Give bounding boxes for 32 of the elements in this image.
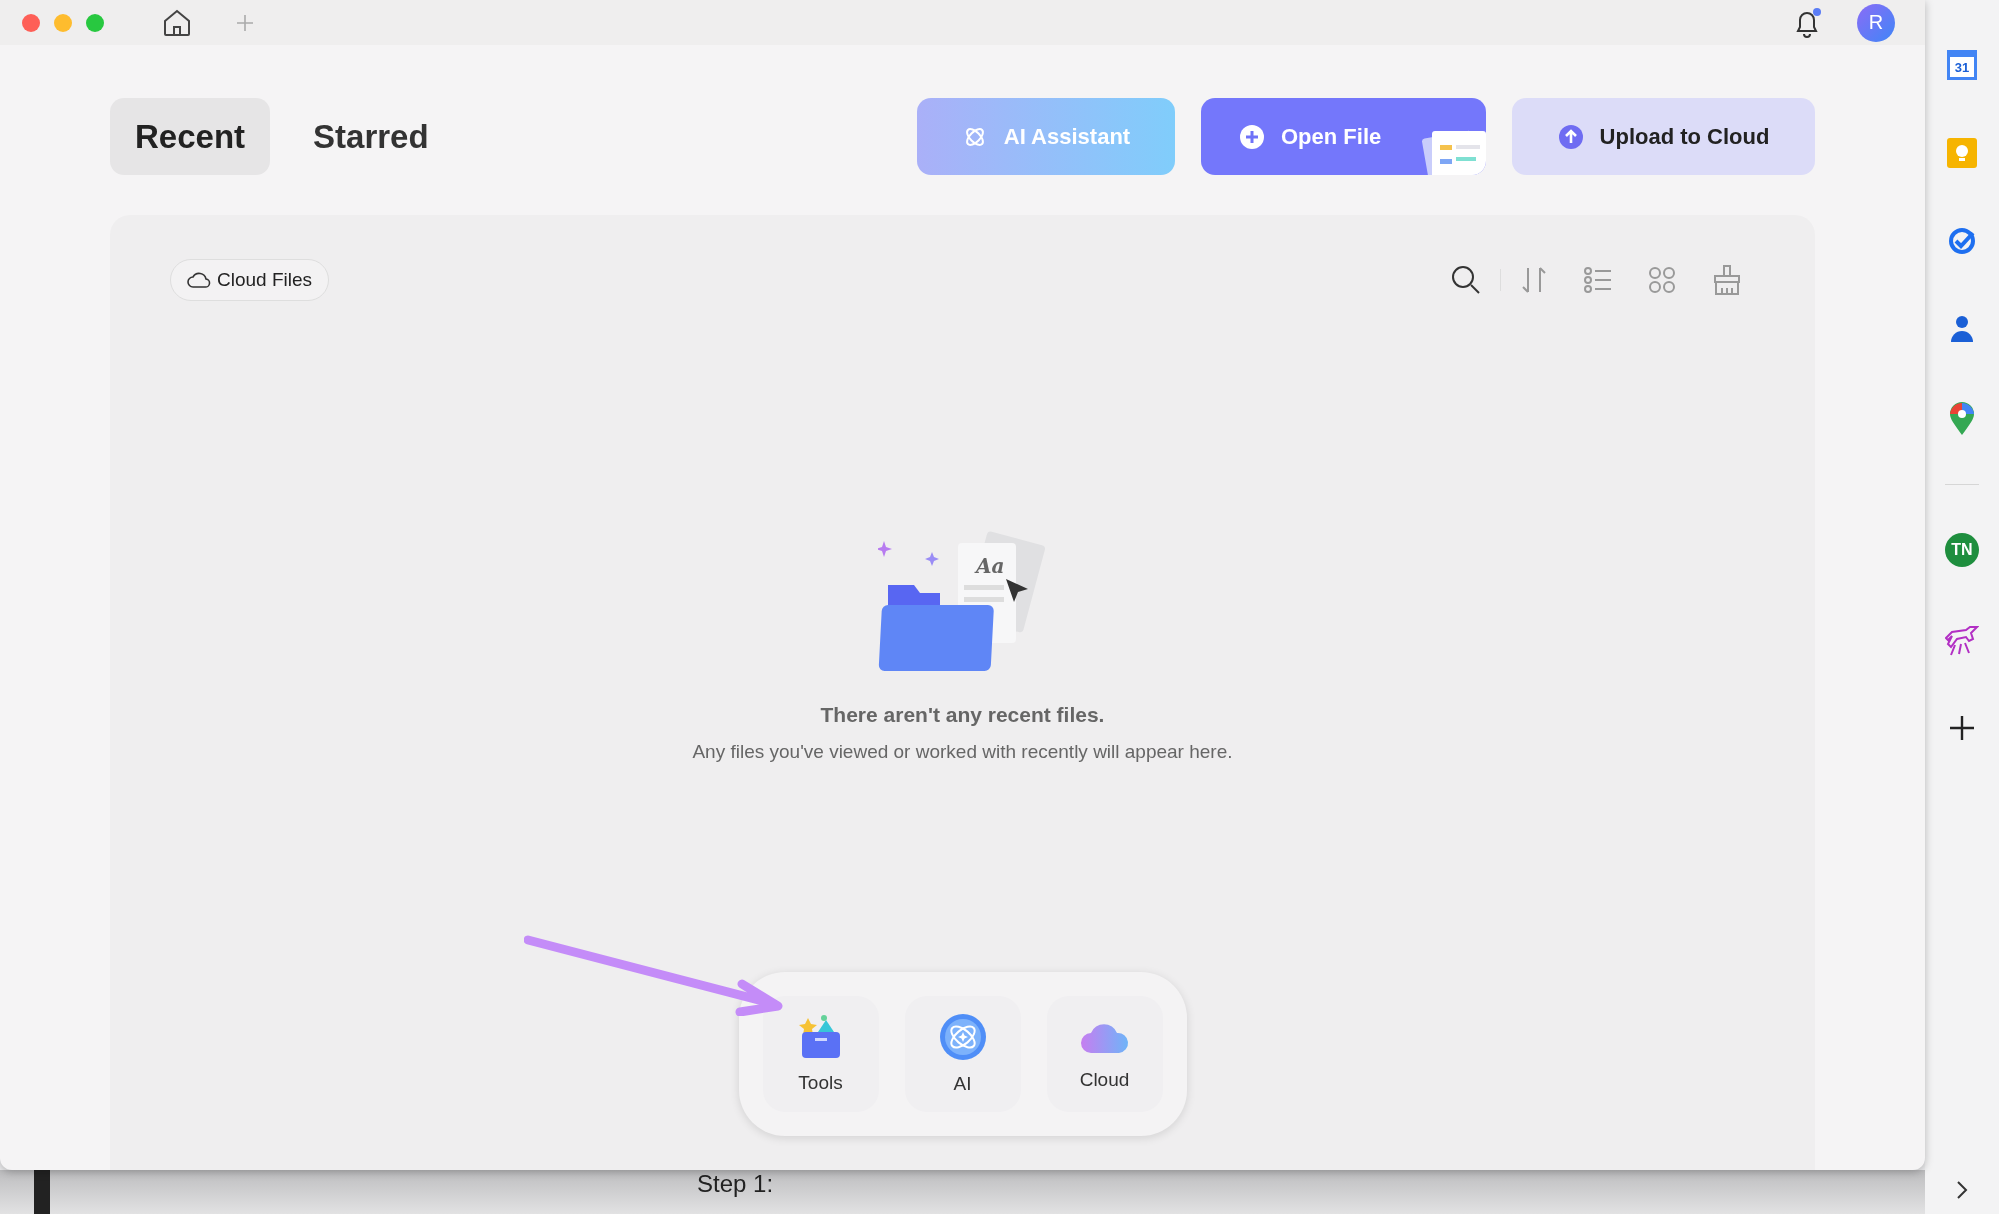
person-icon[interactable] [1949, 314, 1975, 344]
folder-illustration: Aa [877, 529, 1048, 679]
dock-item[interactable]: AI [904, 996, 1021, 1112]
dock-item[interactable]: Cloud [1046, 996, 1163, 1112]
user-avatar[interactable]: R [1857, 3, 1895, 42]
margin-bar [34, 1170, 50, 1214]
cloud-files-button[interactable]: Cloud Files [170, 259, 330, 301]
empty-state-title: There aren't any recent files. [820, 703, 1105, 727]
add-icon[interactable] [1949, 715, 1975, 741]
chevron-right-icon[interactable] [1955, 1180, 1969, 1200]
plus-circle-icon [1239, 123, 1265, 150]
grid-view-icon[interactable] [1647, 265, 1677, 295]
unicorn-icon[interactable] [1945, 625, 1979, 657]
cloud-icon [187, 270, 211, 290]
account-badge[interactable]: TN [1945, 533, 1979, 567]
dock-item[interactable]: Tools [762, 996, 879, 1112]
calendar-icon[interactable]: 31 [1947, 50, 1977, 80]
empty-state-message: Any files you've viewed or worked with recently will appear here. [692, 741, 1233, 763]
close-button[interactable] [22, 13, 40, 32]
upload-icon [1557, 123, 1584, 150]
list-view-icon[interactable] [1583, 265, 1613, 295]
document-text: Step 1: [697, 1170, 774, 1198]
brush-icon[interactable] [1711, 264, 1743, 296]
tab[interactable]: Starred [288, 98, 454, 175]
home-icon[interactable] [162, 8, 192, 37]
upload-button[interactable]: Upload to Cloud [1512, 98, 1815, 175]
orbit-icon [938, 1013, 987, 1061]
search-icon[interactable] [1450, 264, 1482, 296]
open-file-button[interactable]: Open File [1201, 98, 1486, 175]
tab[interactable]: Recent [110, 98, 271, 175]
check-circle-icon[interactable] [1947, 226, 1977, 256]
map-pin-icon[interactable] [1949, 402, 1975, 436]
